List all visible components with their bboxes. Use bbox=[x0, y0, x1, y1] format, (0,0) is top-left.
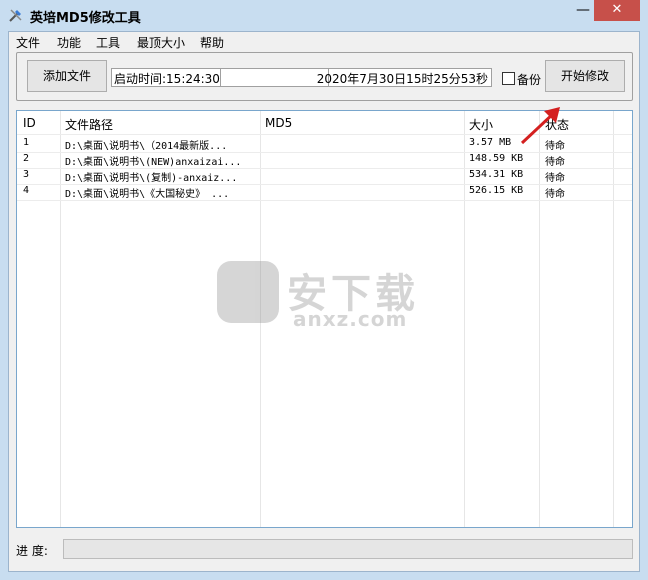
cell-id: 3 bbox=[23, 169, 30, 180]
cell-status: 待命 bbox=[545, 173, 565, 184]
menu-function[interactable]: 功能 bbox=[57, 34, 81, 51]
progress-label: 进 度: bbox=[16, 544, 48, 558]
menu-help[interactable]: 帮助 bbox=[200, 34, 224, 51]
divider bbox=[220, 69, 221, 86]
cell-path: D:\桌面\说明书\（2014最新版... bbox=[65, 141, 228, 152]
table-row[interactable]: 4 D:\桌面\说明书\《大国秘史》 ... 526.15 KB 待命 bbox=[17, 184, 632, 200]
title-bar: 英培MD5修改工具 — ✕ bbox=[0, 0, 648, 30]
cell-id: 1 bbox=[23, 137, 30, 148]
start-time-text: 启动时间:15:24:30 bbox=[114, 72, 220, 86]
minimize-button[interactable]: — bbox=[570, 2, 596, 22]
watermark-sub: anxz.com bbox=[293, 307, 408, 331]
close-button[interactable]: ✕ bbox=[594, 0, 640, 21]
toolbar-group: 添加文件 启动时间:15:24:30 2020年7月30日15时25分53秒 备… bbox=[16, 52, 633, 101]
cell-path: D:\桌面\说明书\(复制)-anxaiz... bbox=[65, 173, 238, 184]
menu-tools[interactable]: 工具 bbox=[96, 34, 120, 51]
cell-size: 526.15 KB bbox=[469, 185, 524, 196]
tools-icon bbox=[9, 9, 22, 22]
table-row[interactable]: 3 D:\桌面\说明书\(复制)-anxaiz... 534.31 KB 待命 bbox=[17, 168, 632, 184]
progress-bar bbox=[63, 539, 633, 559]
menu-file[interactable]: 文件 bbox=[16, 34, 40, 51]
cell-id: 2 bbox=[23, 153, 30, 164]
current-time-text: 2020年7月30日15时25分53秒 bbox=[316, 72, 488, 86]
column-header-path[interactable]: 文件路径 bbox=[65, 116, 113, 133]
cell-id: 4 bbox=[23, 185, 30, 196]
cell-size: 534.31 KB bbox=[469, 169, 524, 180]
row-divider bbox=[17, 200, 632, 201]
menu-bar: 文件 功能 工具 最顶大小 帮助 bbox=[9, 32, 639, 52]
cell-size: 148.59 KB bbox=[469, 153, 524, 164]
backup-label: 备份 bbox=[517, 73, 542, 87]
red-arrow-icon bbox=[520, 107, 560, 145]
column-header-id[interactable]: ID bbox=[23, 116, 36, 130]
backup-checkbox[interactable] bbox=[502, 72, 515, 85]
watermark: 安下载 anxz.com bbox=[217, 261, 437, 331]
status-bar: 启动时间:15:24:30 2020年7月30日15时25分53秒 bbox=[111, 68, 492, 87]
table-row[interactable]: 2 D:\桌面\说明书\(NEW)anxaizai... 148.59 KB 待… bbox=[17, 152, 632, 168]
cell-status: 待命 bbox=[545, 189, 565, 200]
shield-icon bbox=[217, 261, 279, 323]
window-title: 英培MD5修改工具 bbox=[30, 11, 141, 26]
cell-status: 待命 bbox=[545, 157, 565, 168]
cell-size: 3.57 MB bbox=[469, 137, 512, 148]
column-header-size[interactable]: 大小 bbox=[469, 116, 493, 133]
menu-topmost[interactable]: 最顶大小 bbox=[137, 34, 185, 51]
column-header-md5[interactable]: MD5 bbox=[265, 116, 292, 130]
app-window: 英培MD5修改工具 — ✕ 文件 功能 工具 最顶大小 帮助 添加文件 启动时间… bbox=[0, 0, 648, 580]
start-modify-button[interactable]: 开始修改 bbox=[545, 60, 625, 92]
cell-path: D:\桌面\说明书\《大国秘史》 ... bbox=[65, 189, 230, 200]
add-file-button[interactable]: 添加文件 bbox=[27, 60, 107, 92]
cell-path: D:\桌面\说明书\(NEW)anxaizai... bbox=[65, 157, 242, 168]
file-list[interactable]: ID 文件路径 MD5 大小 状态 1 D:\桌面\说明书\（2014最新版..… bbox=[16, 110, 633, 528]
